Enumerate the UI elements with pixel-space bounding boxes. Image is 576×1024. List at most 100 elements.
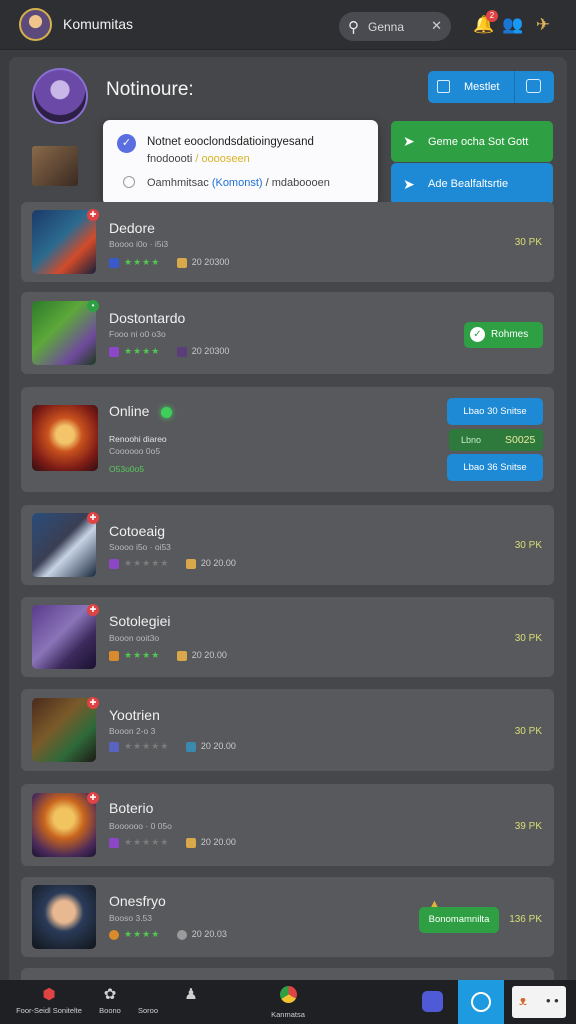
game-title-text: Online xyxy=(109,403,150,419)
popup-message: Notnet eooclondsdatioingyesand xyxy=(147,136,314,148)
green-button-label: Geme ocha Sot Gott xyxy=(428,136,529,148)
game-title: Dostontardo xyxy=(109,310,186,326)
game-meta: ★★★★ 20 20.03 xyxy=(109,929,227,940)
search-box[interactable]: ⚲ Genna ✕ xyxy=(339,12,451,41)
rating-stars: ★★★★ xyxy=(124,650,161,660)
game-subtitle: Renoohi diareo xyxy=(109,434,167,444)
game-title: Sotolegiei xyxy=(109,613,171,629)
game-subtitle: Booso 3.53 xyxy=(109,913,153,923)
game-thumbnail xyxy=(32,698,96,762)
price-value: S0025 xyxy=(505,434,536,446)
more-icon: • • xyxy=(546,993,559,1008)
store-icon xyxy=(132,986,164,1004)
status-button[interactable]: ✓ Rohmes xyxy=(464,322,543,348)
nav-label: Foor-Seidl Sonitelte xyxy=(16,1006,82,1015)
nav-item-chat[interactable] xyxy=(414,980,460,1024)
game-meta: ★★★★★ 20 20.00 xyxy=(109,558,236,569)
nav-item-community[interactable]: Kanmatsa xyxy=(258,986,318,1019)
game-row-online[interactable]: Online Renoohi diareo Coooooo 0o5 O53o0o… xyxy=(21,387,554,492)
game-row[interactable]: ✚ Sotolegiei Booon ooit3o ★★★★ 20 20.00 … xyxy=(21,597,554,677)
price-label: Lbno xyxy=(461,435,482,445)
popup-footer: Oamhmitsac (Komonst) / mdaboooen xyxy=(147,177,330,189)
nav-item-store[interactable]: Soroo xyxy=(132,986,164,1015)
arrow-icon: ➤ xyxy=(403,133,415,149)
blue-action-button[interactable]: ➤ Ade Bealfaltsrtie xyxy=(391,163,553,205)
close-icon[interactable]: ✕ xyxy=(431,18,442,34)
blue-button-label: Ade Bealfaltsrtie xyxy=(428,178,509,190)
game-stat: 136 PK xyxy=(509,914,542,925)
controller-icon: ✿ xyxy=(103,986,117,1003)
game-date: 20 20.00 xyxy=(200,558,236,568)
platform-icon xyxy=(109,650,119,661)
bottom-nav: ⬢ Foor-Seidl Sonitelte ✿ Boono Soroo ♟ K… xyxy=(0,980,576,1024)
notification-icon[interactable]: 🔔 2 xyxy=(472,10,498,37)
game-controller-icon[interactable]: ✈ xyxy=(531,13,555,37)
hero-avatar xyxy=(32,68,88,124)
search-icon: ⚲ xyxy=(348,19,359,36)
top-bar: Komumitas ⚲ Genna ✕ 🔔 2 👥 ✈ xyxy=(0,0,576,50)
search-input[interactable]: Genna xyxy=(368,20,404,34)
join-button[interactable]: Lbao 30 Snitse xyxy=(447,398,543,425)
online-status-icon xyxy=(161,406,173,418)
game-stat: 30 PK xyxy=(514,237,542,248)
rating-stars: ★★★★ xyxy=(124,257,161,267)
popup-highlight: / ooooseen xyxy=(195,153,250,165)
platform-icon xyxy=(109,837,119,848)
home-icon: ⬢ xyxy=(42,986,56,1003)
game-meta: O53o0o5 xyxy=(109,464,144,474)
nav-item-messages[interactable] xyxy=(458,980,504,1024)
trophy-icon xyxy=(185,558,196,569)
game-subtitle: Soooo i5o · oi53 xyxy=(109,542,171,552)
trophy-icon xyxy=(176,650,187,661)
notification-popup[interactable]: ✓ Notnet eooclondsdatioingyesand fnodooo… xyxy=(103,120,378,206)
arrow-icon: ➤ xyxy=(403,176,415,192)
friends-icon[interactable]: 👥 xyxy=(501,13,525,37)
share-icon[interactable] xyxy=(526,79,541,93)
popup-footer-text: Oamhmitsac xyxy=(147,177,209,189)
nav-item-social[interactable]: ♟ xyxy=(176,986,206,1006)
game-thumbnail xyxy=(32,210,96,274)
game-row[interactable]: ✚ Dedore Boooo i0o · i5i3 ★★★★ 20 20300 … xyxy=(21,202,554,282)
game-row[interactable]: ✚ Boterio Boooooo · 0 05o ★★★★★ 20 20.00… xyxy=(21,784,554,866)
game-date: 20 20.00 xyxy=(200,741,236,751)
badge-icon: ✚ xyxy=(87,209,99,221)
nav-label: Soroo xyxy=(137,1006,158,1015)
popup-link[interactable]: (Komonst) xyxy=(212,177,263,189)
rating-stars: ★★★★★ xyxy=(124,837,170,847)
info-icon xyxy=(123,176,135,188)
nav-item-games[interactable]: ✿ Boono xyxy=(92,986,128,1015)
platform-icon xyxy=(109,929,119,940)
nav-label: Kanmatsa xyxy=(271,1010,305,1019)
game-row[interactable]: ✚ Yootrien Booon 2-o 3 ★★★★★ 20 20.00 30… xyxy=(21,689,554,771)
notification-badge: 2 xyxy=(486,10,498,22)
game-row[interactable]: ✚ Cotoeaig Soooo i5o · oi53 ★★★★★ 20 20.… xyxy=(21,505,554,585)
page-title: Notinoure: xyxy=(106,79,194,100)
game-meta: ★★★★ 20 20300 xyxy=(109,257,229,268)
platform-icon xyxy=(109,741,119,752)
primary-button[interactable]: Mestlet xyxy=(428,71,554,103)
price-tag[interactable]: Lbno S0025 xyxy=(449,429,543,451)
app-title: Komumitas xyxy=(63,16,134,32)
check-icon: ✓ xyxy=(117,134,136,153)
game-meta: ★★★★ 20 20.00 xyxy=(109,650,227,661)
badge-icon: ✚ xyxy=(87,512,99,524)
nav-item-home[interactable]: ⬢ Foor-Seidl Sonitelte xyxy=(14,986,84,1015)
game-thumbnail xyxy=(32,301,96,365)
nav-item-more[interactable]: ᴥ • • xyxy=(512,986,566,1018)
profile-avatar[interactable] xyxy=(19,8,52,41)
rating-stars: ★★★★★ xyxy=(124,741,170,751)
game-stat: 30 PK xyxy=(514,726,542,737)
badge-icon: ✚ xyxy=(87,792,99,804)
game-date: 20 20300 xyxy=(191,257,230,267)
game-date: 20 20.03 xyxy=(191,929,227,939)
game-meta: ★★★★ 20 20300 xyxy=(109,346,229,357)
game-row[interactable]: Onesfryo Booso 3.53 ★★★★ 20 20.03 ▲ Bono… xyxy=(21,877,554,957)
game-row[interactable]: • Dostontardo Fooo ni o0 o3o ★★★★ 20 203… xyxy=(21,292,554,374)
reward-button[interactable]: Bonomamnilta xyxy=(419,907,499,933)
game-title: Yootrien xyxy=(109,707,160,723)
game-title: Boterio xyxy=(109,800,154,816)
platform-icon xyxy=(109,346,119,357)
green-action-button[interactable]: ➤ Geme ocha Sot Gott xyxy=(391,121,553,162)
check-icon: ✓ xyxy=(470,327,485,342)
join-button-2[interactable]: Lbao 36 Snitse xyxy=(447,454,543,481)
